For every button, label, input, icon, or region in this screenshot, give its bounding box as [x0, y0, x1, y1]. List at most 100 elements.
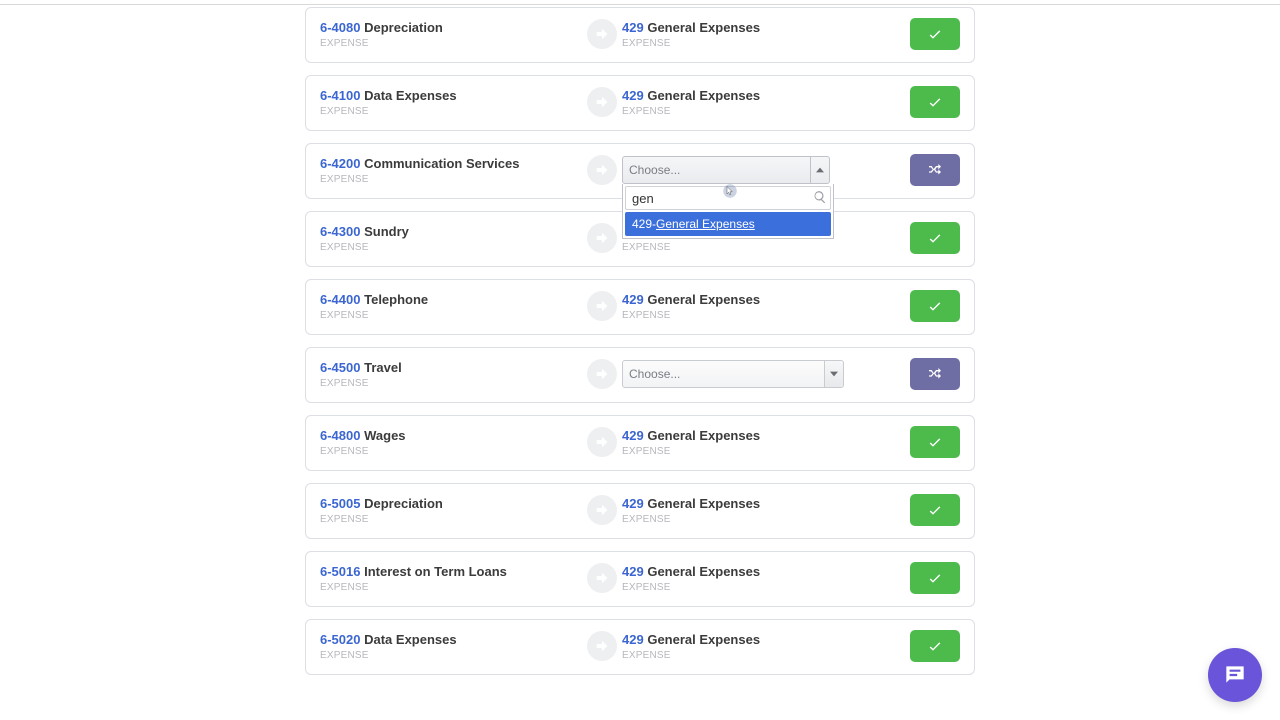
mapping-row: 6-4200 Communication Services EXPENSE Ch… — [305, 143, 975, 199]
mapping-row: 6-5005 Depreciation EXPENSE 429 General … — [305, 483, 975, 539]
target-account: 429 General Expenses EXPENSE — [622, 292, 902, 321]
target-account-code: 429 — [622, 20, 644, 35]
source-account-name: Wages — [364, 428, 405, 443]
target-account-name: General Expenses — [647, 88, 760, 103]
source-account: 6-4400 Telephone EXPENSE — [320, 292, 582, 321]
target-account: 429 General Expenses EXPENSE — [622, 88, 902, 117]
target-account-type: EXPENSE — [622, 242, 902, 253]
chevron-up-icon — [810, 157, 829, 183]
source-account-name: Interest on Term Loans — [364, 564, 507, 579]
target-account-code: 429 — [622, 632, 644, 647]
source-account-code: 6-4080 — [320, 20, 360, 35]
select-option-highlighted[interactable]: 429 - General Expenses — [625, 212, 831, 236]
source-account: 6-4100 Data Expenses EXPENSE — [320, 88, 582, 117]
arrow-right-icon — [587, 87, 617, 117]
target-account-name: General Expenses — [647, 564, 760, 579]
confirm-mapping-button[interactable] — [910, 222, 960, 254]
source-account: 6-5005 Depreciation EXPENSE — [320, 496, 582, 525]
source-account-type: EXPENSE — [320, 514, 582, 525]
confirm-mapping-button[interactable] — [910, 18, 960, 50]
source-account-type: EXPENSE — [320, 106, 582, 117]
confirm-mapping-button[interactable] — [910, 426, 960, 458]
source-account-type: EXPENSE — [320, 650, 582, 661]
page-top-divider — [0, 4, 1280, 5]
search-icon — [813, 190, 827, 204]
arrow-right-icon — [587, 291, 617, 321]
target-account-code: 429 — [622, 292, 644, 307]
target-account: 429 General Expenses EXPENSE — [622, 428, 902, 457]
source-account-type: EXPENSE — [320, 310, 582, 321]
auto-map-button[interactable] — [910, 154, 960, 186]
source-account: 6-4800 Wages EXPENSE — [320, 428, 582, 457]
target-account-name: General Expenses — [647, 428, 760, 443]
target-account-name: General Expenses — [647, 20, 760, 35]
source-account: 6-5016 Interest on Term Loans EXPENSE — [320, 564, 582, 593]
mapping-row: 6-4080 Depreciation EXPENSE 429 General … — [305, 7, 975, 63]
source-account-code: 6-4800 — [320, 428, 360, 443]
target-account: 429 General Expenses EXPENSE — [622, 496, 902, 525]
confirm-mapping-button[interactable] — [910, 290, 960, 322]
target-account-type: EXPENSE — [622, 38, 902, 49]
target-account-code: 429 — [622, 496, 644, 511]
target-account-name: General Expenses — [647, 632, 760, 647]
select-placeholder: Choose... — [629, 163, 680, 177]
source-account-type: EXPENSE — [320, 378, 582, 389]
arrow-right-icon — [587, 155, 617, 185]
source-account-name: Data Expenses — [364, 632, 457, 647]
mapping-row: 6-4500 Travel EXPENSE Choose... — [305, 347, 975, 403]
arrow-right-icon — [587, 359, 617, 389]
target-account-type: EXPENSE — [622, 106, 902, 117]
confirm-mapping-button[interactable] — [910, 630, 960, 662]
target-account-select[interactable]: Choose... — [622, 360, 844, 388]
chat-icon — [1222, 662, 1248, 688]
source-account: 6-4200 Communication Services EXPENSE — [320, 156, 582, 185]
chevron-down-icon — [824, 361, 843, 387]
account-mapping-list: 6-4080 Depreciation EXPENSE 429 General … — [0, 7, 1280, 687]
target-account-type: EXPENSE — [622, 310, 902, 321]
source-account-name: Depreciation — [364, 496, 443, 511]
source-account-type: EXPENSE — [320, 582, 582, 593]
mapping-row: 6-4400 Telephone EXPENSE 429 General Exp… — [305, 279, 975, 335]
target-account-type: EXPENSE — [622, 514, 902, 525]
auto-map-button[interactable] — [910, 358, 960, 390]
select-dropdown: 429 - General Expenses — [622, 184, 834, 239]
arrow-right-icon — [587, 631, 617, 661]
source-account: 6-4500 Travel EXPENSE — [320, 360, 582, 389]
source-account: 6-4080 Depreciation EXPENSE — [320, 20, 582, 49]
source-account-code: 6-4400 — [320, 292, 360, 307]
source-account-code: 6-4300 — [320, 224, 360, 239]
confirm-mapping-button[interactable] — [910, 562, 960, 594]
target-account-type: EXPENSE — [622, 446, 902, 457]
target-account-code: 429 — [622, 88, 644, 103]
target-account-type: EXPENSE — [622, 582, 902, 593]
target-account-select[interactable]: Choose... — [622, 156, 830, 184]
mapping-row: 6-5016 Interest on Term Loans EXPENSE 42… — [305, 551, 975, 607]
target-account-name: General Expenses — [647, 292, 760, 307]
select-search-input[interactable] — [625, 186, 831, 210]
source-account-name: Travel — [364, 360, 402, 375]
source-account-code: 6-5020 — [320, 632, 360, 647]
target-account: 429 General Expenses EXPENSE — [622, 20, 902, 49]
target-account-select-open[interactable]: Choose... 429 - General Expenses — [622, 156, 830, 184]
source-account-code: 6-5005 — [320, 496, 360, 511]
source-account-type: EXPENSE — [320, 446, 582, 457]
source-account-type: EXPENSE — [320, 174, 582, 185]
select-placeholder: Choose... — [629, 367, 680, 381]
confirm-mapping-button[interactable] — [910, 86, 960, 118]
source-account-code: 6-4200 — [320, 156, 360, 171]
target-account-code: 429 — [622, 428, 644, 443]
source-account-code: 6-5016 — [320, 564, 360, 579]
source-account: 6-4300 Sundry EXPENSE — [320, 224, 582, 253]
source-account-name: Telephone — [364, 292, 428, 307]
target-account-code: 429 — [622, 564, 644, 579]
source-account-name: Sundry — [364, 224, 409, 239]
mapping-row: 6-4800 Wages EXPENSE 429 General Expense… — [305, 415, 975, 471]
intercom-launcher[interactable] — [1208, 648, 1262, 702]
mapping-row: 6-4100 Data Expenses EXPENSE 429 General… — [305, 75, 975, 131]
source-account: 6-5020 Data Expenses EXPENSE — [320, 632, 582, 661]
arrow-right-icon — [587, 495, 617, 525]
arrow-right-icon — [587, 427, 617, 457]
confirm-mapping-button[interactable] — [910, 494, 960, 526]
arrow-right-icon — [587, 19, 617, 49]
source-account-type: EXPENSE — [320, 38, 582, 49]
